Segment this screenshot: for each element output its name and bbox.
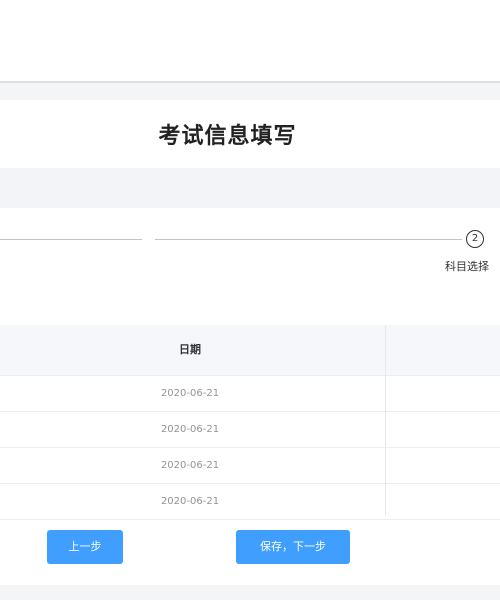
table-column-divider (385, 325, 386, 515)
table-row: 2020-06-21 (0, 484, 500, 520)
step-connector-right (155, 239, 462, 240)
step-2-number-icon: 2 (466, 230, 484, 248)
table-header-row: 日期 (0, 325, 500, 376)
table-cell-date: 2020-06-21 (160, 496, 220, 507)
table-cell-date: 2020-06-21 (160, 460, 220, 471)
table-cell-date: 2020-06-21 (160, 388, 220, 399)
step-connector-left (0, 239, 142, 240)
prev-step-button[interactable]: 上一步 (47, 530, 123, 564)
exam-table: 日期 2020-06-21 2020-06-21 2020-06-21 2020… (0, 325, 500, 520)
table-row: 2020-06-21 (0, 412, 500, 448)
table-row: 2020-06-21 (0, 448, 500, 484)
table-cell-date: 2020-06-21 (160, 424, 220, 435)
save-next-button[interactable]: 保存，下一步 (236, 530, 350, 564)
step-2-label: 科目选择 (445, 260, 489, 273)
top-header-bar (0, 0, 500, 83)
table-row: 2020-06-21 (0, 376, 500, 412)
page-title: 考试信息填写 (158, 124, 297, 149)
section-band (0, 168, 500, 208)
table-header-date: 日期 (179, 343, 201, 356)
